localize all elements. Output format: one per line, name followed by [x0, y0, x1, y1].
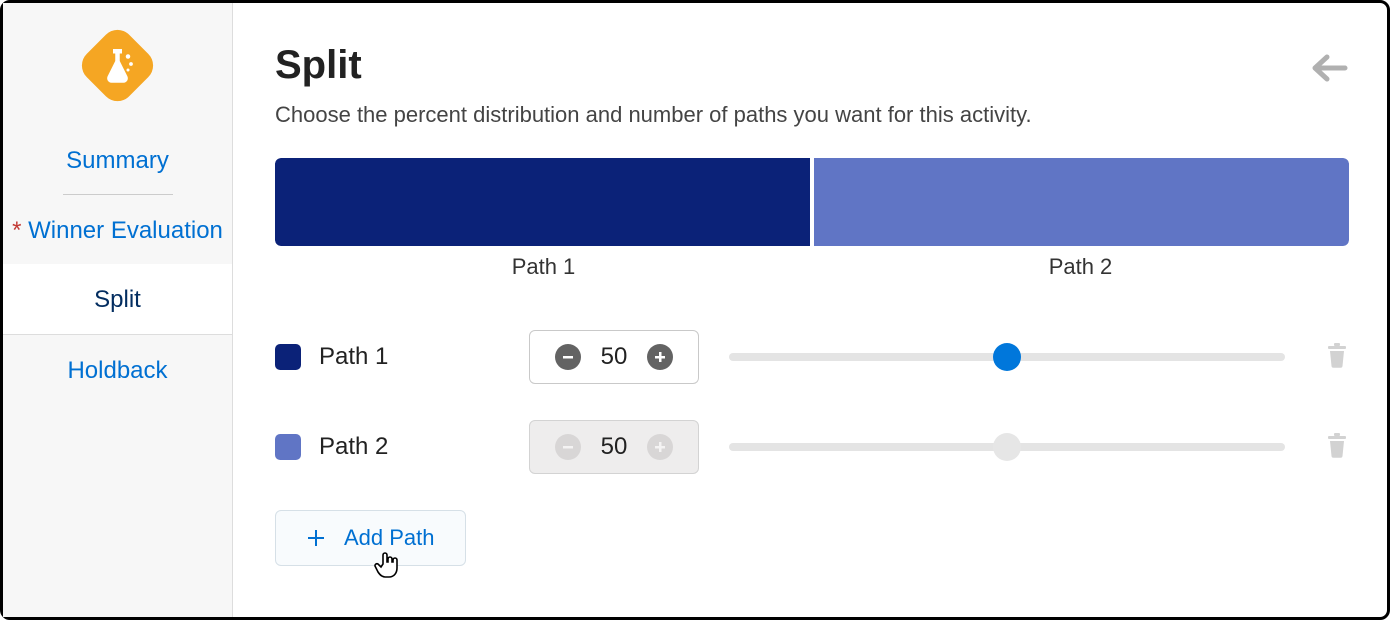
add-path-button[interactable]: Add Path — [275, 510, 466, 566]
distribution-segment-2 — [814, 158, 1349, 246]
percent-slider-2 — [729, 442, 1285, 452]
delete-path-button[interactable] — [1325, 432, 1349, 463]
decrement-button[interactable] — [555, 344, 581, 370]
sidebar-item-summary[interactable]: Summary — [3, 125, 232, 194]
percent-stepper-2: 50 — [529, 420, 699, 474]
required-indicator: * — [12, 217, 28, 244]
slider-thumb[interactable] — [993, 343, 1021, 371]
distribution-label-1: Path 1 — [275, 254, 812, 280]
activity-flask-icon — [80, 28, 155, 103]
slider-thumb — [993, 433, 1021, 461]
delete-path-button[interactable] — [1325, 342, 1349, 373]
sidebar-item-holdback[interactable]: Holdback — [3, 334, 232, 404]
nav-label: Summary — [66, 147, 169, 174]
add-path-label: Add Path — [344, 525, 435, 551]
percent-stepper-1[interactable]: 50 — [529, 330, 699, 384]
distribution-labels: Path 1 Path 2 — [275, 254, 1349, 280]
sidebar-item-winner-evaluation[interactable]: * Winner Evaluation — [3, 195, 232, 264]
percent-value: 50 — [597, 433, 631, 461]
increment-button — [647, 434, 673, 460]
path-label: Path 1 — [319, 343, 529, 371]
sidebar: Summary * Winner Evaluation Split Holdba… — [3, 3, 233, 617]
increment-button[interactable] — [647, 344, 673, 370]
sidebar-item-split[interactable]: Split — [3, 264, 232, 333]
path-label: Path 2 — [319, 433, 529, 461]
path-row-1: Path 1 50 — [275, 330, 1349, 384]
page-subtitle: Choose the percent distribution and numb… — [275, 102, 1349, 128]
nav-label: Split — [94, 286, 141, 313]
distribution-bar — [275, 158, 1349, 246]
back-button[interactable] — [1309, 53, 1349, 88]
path-row-2: Path 2 50 — [275, 420, 1349, 474]
percent-value: 50 — [597, 343, 631, 371]
distribution-label-2: Path 2 — [812, 254, 1349, 280]
path-swatch-1 — [275, 344, 301, 370]
page-title: Split — [275, 43, 1349, 88]
nav-label: Holdback — [67, 357, 167, 384]
nav-label: Winner Evaluation — [28, 217, 223, 244]
percent-slider-1[interactable] — [729, 352, 1285, 362]
decrement-button — [555, 434, 581, 460]
distribution-segment-1 — [275, 158, 810, 246]
main-panel: Split Choose the percent distribution an… — [233, 3, 1387, 617]
plus-icon — [306, 528, 326, 548]
path-swatch-2 — [275, 434, 301, 460]
